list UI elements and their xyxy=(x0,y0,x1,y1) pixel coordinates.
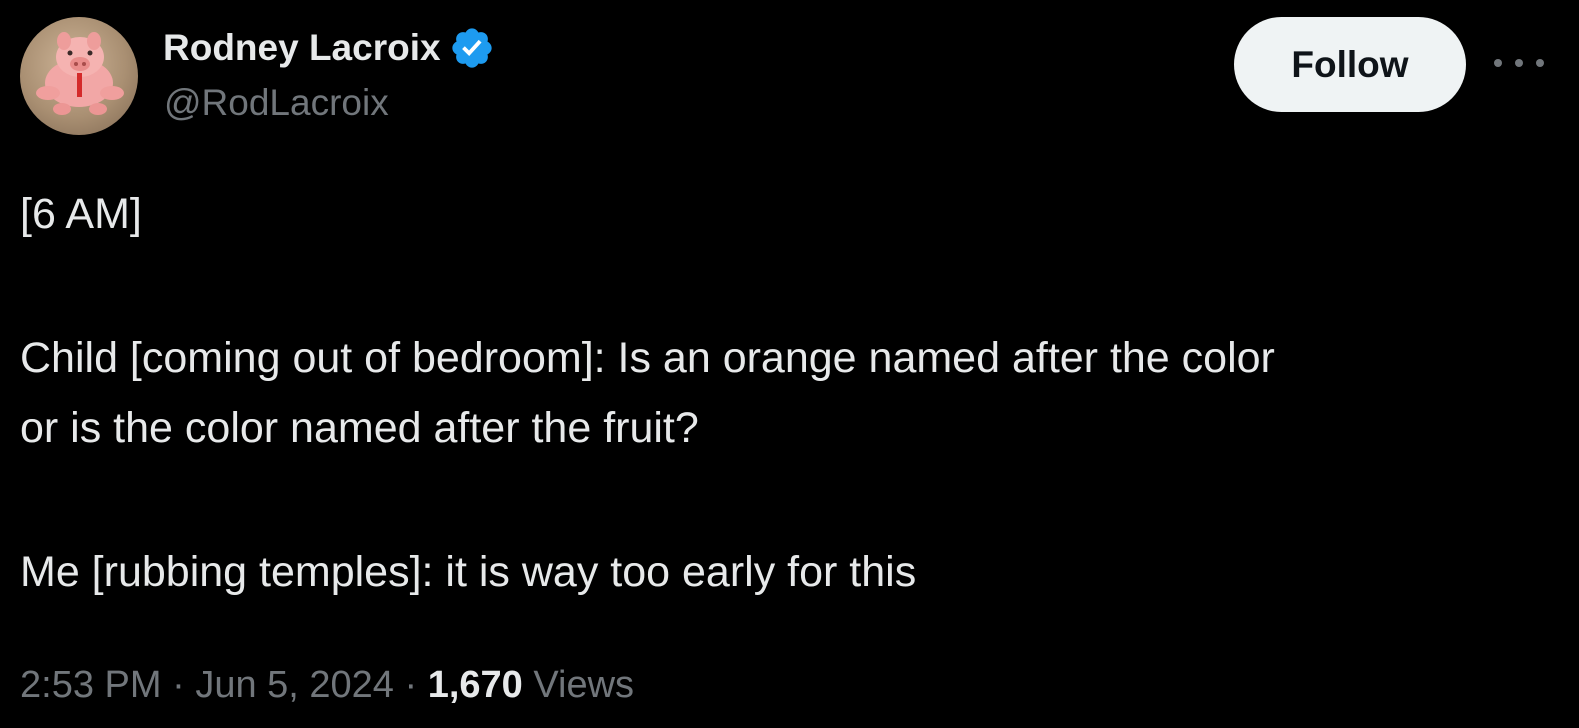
tweet-time[interactable]: 2:53 PM xyxy=(20,664,162,706)
more-horizontal-icon[interactable] xyxy=(1494,48,1544,78)
author-handle[interactable]: @RodLacroix xyxy=(164,82,389,124)
tweet-date[interactable]: Jun 5, 2024 xyxy=(195,664,394,706)
views-count[interactable]: 1,670 xyxy=(428,664,523,706)
tweet-text-line: [6 AM] xyxy=(20,190,142,238)
tweet-text-line: Me [rubbing temples]: it is way too earl… xyxy=(20,548,917,596)
tweet-card: Rodney Lacroix @RodLacroix Follow [6 AM]… xyxy=(0,0,1579,728)
display-name[interactable]: Rodney Lacroix xyxy=(163,27,441,69)
more-dot xyxy=(1494,59,1502,67)
pig-figurine-icon xyxy=(36,32,124,115)
meta-separator: · xyxy=(404,664,418,706)
more-dot xyxy=(1515,59,1523,67)
tweet-meta: 2:53 PM · Jun 5, 2024 · 1,670 Views xyxy=(20,660,634,710)
author-name-row[interactable]: Rodney Lacroix xyxy=(163,24,495,72)
tweet-text-line: or is the color named after the fruit? xyxy=(20,404,699,452)
more-dot xyxy=(1536,59,1544,67)
verified-badge-icon[interactable] xyxy=(449,25,495,71)
views-label: Views xyxy=(533,664,635,706)
meta-separator: · xyxy=(172,664,185,706)
avatar[interactable] xyxy=(20,17,138,135)
tweet-text-line: Child [coming out of bedroom]: Is an ora… xyxy=(20,334,1275,382)
follow-button[interactable]: Follow xyxy=(1234,17,1466,112)
